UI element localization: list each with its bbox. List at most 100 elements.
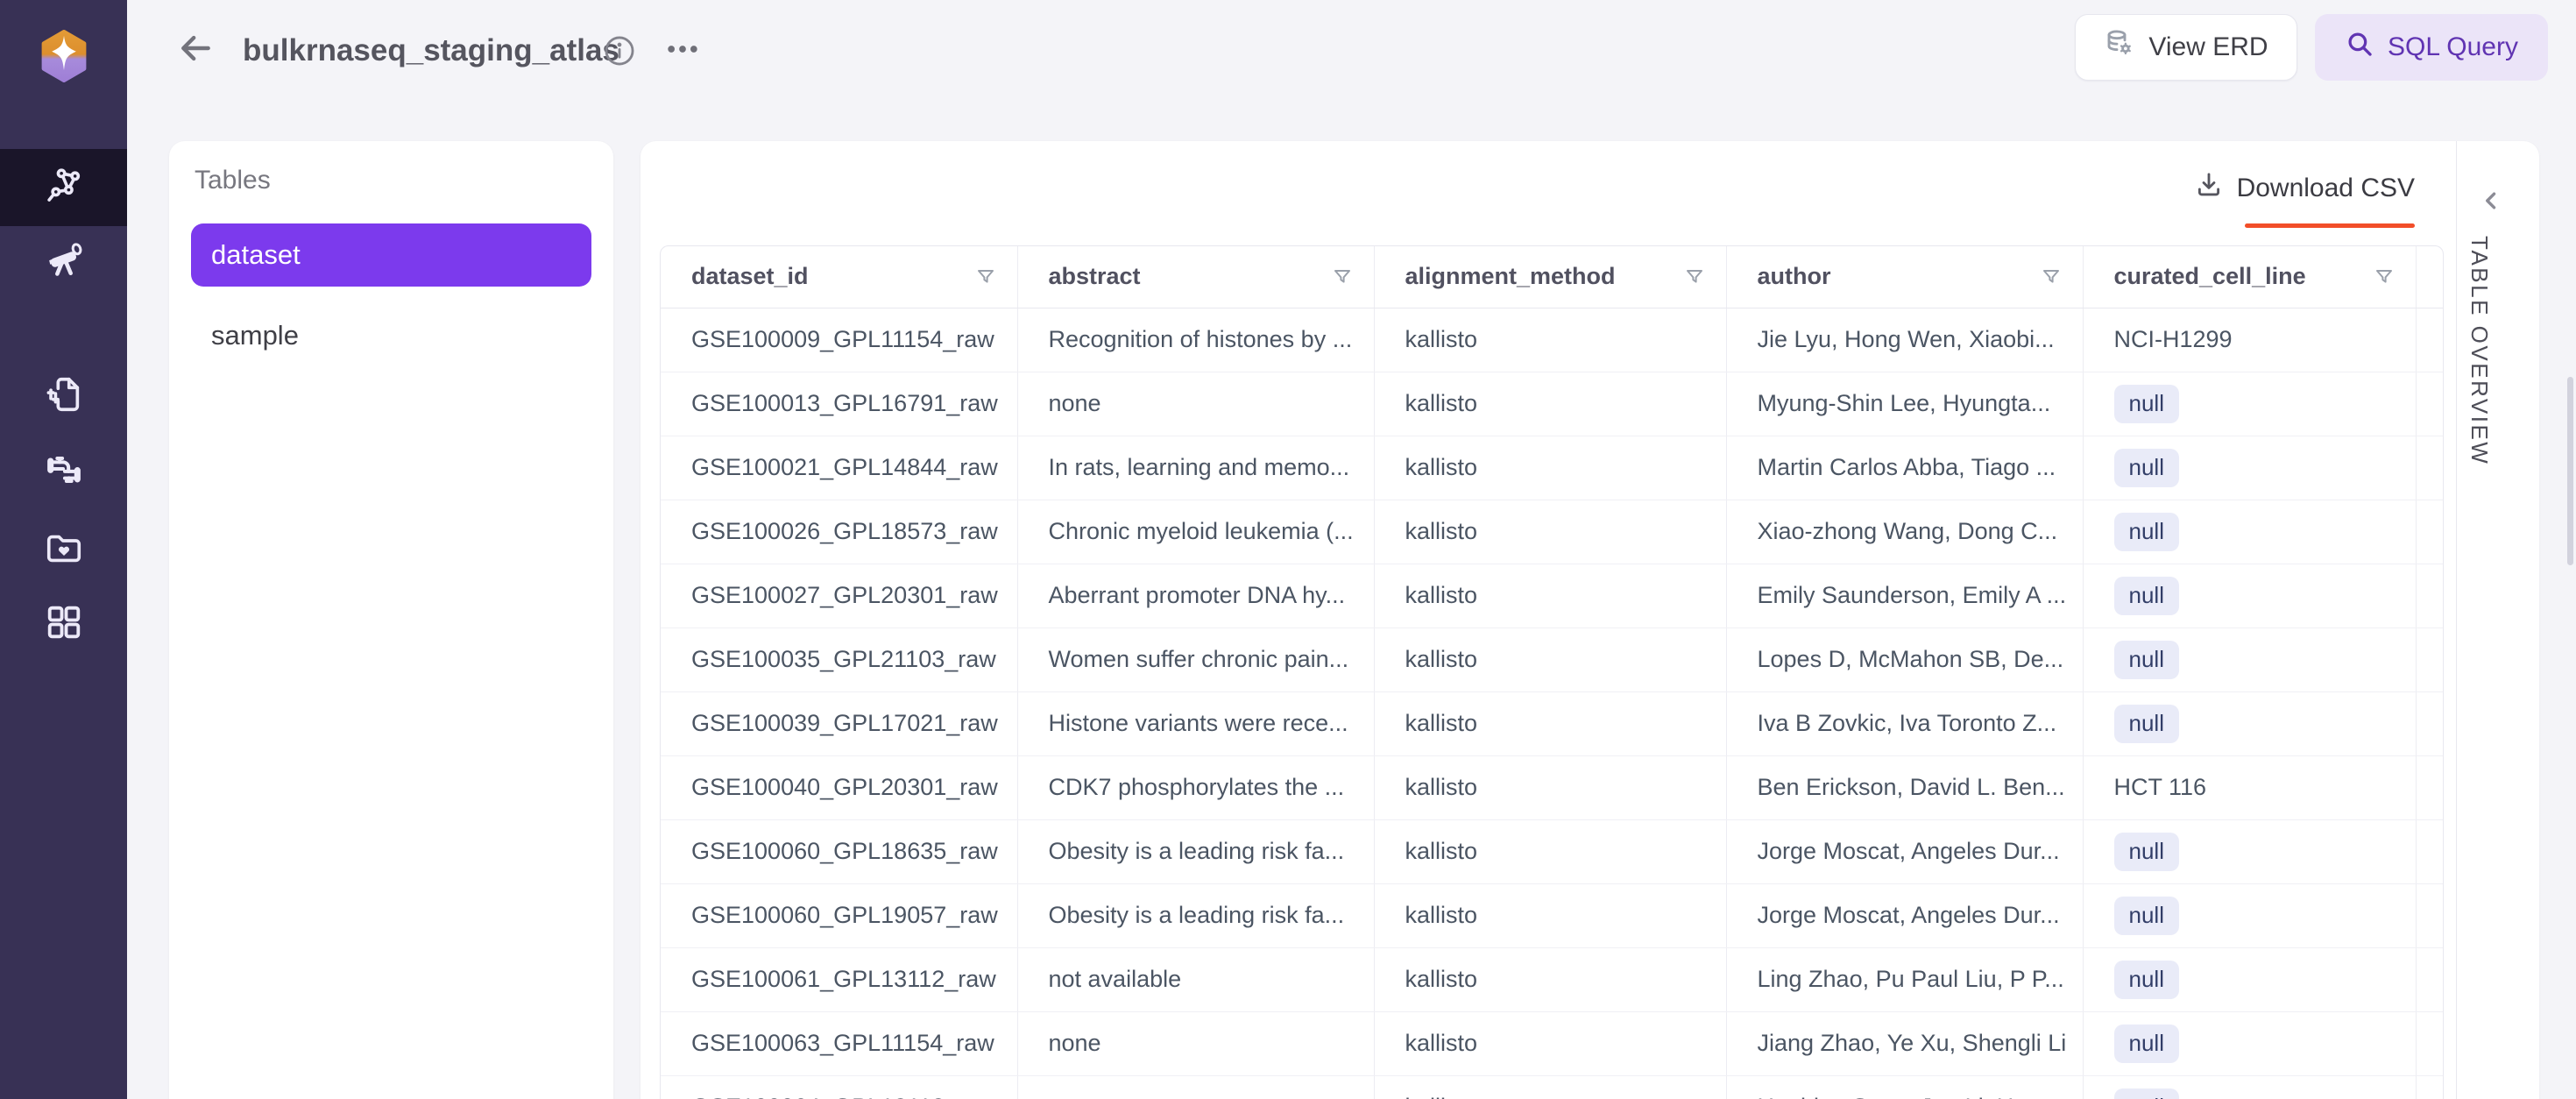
cell-dataset-id[interactable]: GSE100060_GPL19057_raw (661, 883, 1017, 947)
filter-icon[interactable] (975, 266, 996, 287)
cell-author[interactable]: Hanbing Song, Jun Li, Hu... (1726, 1075, 2083, 1099)
cell-dataset-id[interactable]: GSE100026_GPL18573_raw (661, 500, 1017, 564)
sidebar-item-table-dataset[interactable]: dataset (191, 223, 591, 287)
cell-dataset-id[interactable]: GSE100039_GPL17021_raw (661, 691, 1017, 755)
cell-alignment-method[interactable]: kallisto (1374, 947, 1726, 1011)
cell-author[interactable]: Lopes D, McMahon SB, De... (1726, 627, 2083, 691)
cell-author[interactable]: Ben Erickson, David L. Ben... (1726, 755, 2083, 819)
cell-curated-cell-line[interactable]: null (2083, 691, 2416, 755)
cell-author[interactable]: Myung-Shin Lee, Hyungta... (1726, 372, 2083, 436)
cell-curated-cell-line[interactable]: HCT 116 (2083, 755, 2416, 819)
table-row[interactable]: GSE100063_GPL11154_rawnonekallistoJiang … (661, 1011, 2443, 1075)
cell-alignment-method[interactable]: kallisto (1374, 883, 1726, 947)
sidebar-item-files[interactable] (0, 358, 127, 435)
table-row[interactable]: GSE100040_GPL20301_rawCDK7 phosphorylate… (661, 755, 2443, 819)
cell-alignment-method[interactable]: kallisto (1374, 755, 1726, 819)
cell-curated-cell-line[interactable]: null (2083, 1011, 2416, 1075)
table-row[interactable]: GSE100035_GPL21103_rawWomen suffer chron… (661, 627, 2443, 691)
view-erd-button[interactable]: View ERD (2075, 14, 2297, 81)
cell-abstract[interactable]: Chronic myeloid leukemia (... (1017, 500, 1374, 564)
column-header-dataset-id[interactable]: dataset_id (661, 246, 1017, 308)
cell-abstract[interactable]: none (1017, 1011, 1374, 1075)
info-icon[interactable] (603, 34, 636, 67)
cell-dataset-id[interactable]: GSE100061_GPL13112_raw (661, 947, 1017, 1011)
column-header-curated-cell-line[interactable]: curated_cell_line (2083, 246, 2416, 308)
table-row[interactable]: GSE100026_GPL18573_rawChronic myeloid le… (661, 500, 2443, 564)
sidebar-item-table-sample[interactable]: sample (191, 304, 591, 367)
cell-dataset-id[interactable]: GSE100013_GPL16791_raw (661, 372, 1017, 436)
cell-alignment-method[interactable]: kallisto (1374, 500, 1726, 564)
cell-curated-cell-line[interactable]: null (2083, 627, 2416, 691)
table-row[interactable]: GSE100060_GPL19057_rawObesity is a leadi… (661, 883, 2443, 947)
sql-query-button[interactable]: SQL Query (2315, 14, 2548, 81)
cell-curated-cell-line[interactable]: null (2083, 947, 2416, 1011)
cell-abstract[interactable]: Women suffer chronic pain... (1017, 627, 1374, 691)
cell-curated-cell-line[interactable]: null (2083, 819, 2416, 883)
cell-dataset-id[interactable]: GSE100021_GPL14844_raw (661, 436, 1017, 500)
filter-icon[interactable] (1684, 266, 1705, 287)
cell-dataset-id[interactable]: GSE100027_GPL20301_raw (661, 564, 1017, 627)
cell-curated-cell-line[interactable]: NCI-H1299 (2083, 308, 2416, 372)
cell-curated-cell-line[interactable]: null (2083, 436, 2416, 500)
cell-abstract[interactable]: CDK7 phosphorylates the ... (1017, 755, 1374, 819)
cell-alignment-method[interactable]: kallisto (1374, 308, 1726, 372)
cell-alignment-method[interactable]: kallisto (1374, 372, 1726, 436)
download-csv-button[interactable]: Download CSV (2194, 170, 2415, 207)
collapse-panel-button[interactable] (2472, 183, 2510, 222)
cell-author[interactable]: Jiang Zhao, Ye Xu, Shengli Li (1726, 1011, 2083, 1075)
cell-abstract[interactable]: Recognition of histones by ... (1017, 308, 1374, 372)
cell-alignment-method[interactable]: kallisto (1374, 436, 1726, 500)
sidebar-item-lineage[interactable] (0, 149, 127, 226)
cell-dataset-id[interactable]: GSE100060_GPL18635_raw (661, 819, 1017, 883)
cell-abstract[interactable]: Obesity is a leading risk fa... (1017, 883, 1374, 947)
cell-author[interactable]: Emily Saunderson, Emily A ... (1726, 564, 2083, 627)
cell-dataset-id[interactable]: GSE100035_GPL21103_raw (661, 627, 1017, 691)
table-row[interactable]: GSE100060_GPL18635_rawObesity is a leadi… (661, 819, 2443, 883)
cell-dataset-id[interactable]: GSE100040_GPL20301_raw (661, 755, 1017, 819)
column-header-abstract[interactable]: abstract (1017, 246, 1374, 308)
cell-curated-cell-line[interactable]: null (2083, 564, 2416, 627)
cell-alignment-method[interactable]: kallisto (1374, 564, 1726, 627)
cell-author[interactable]: Jorge Moscat, Angeles Dur... (1726, 819, 2083, 883)
table-row[interactable]: GSE100021_GPL14844_rawIn rats, learning … (661, 436, 2443, 500)
cell-author[interactable]: Jorge Moscat, Angeles Dur... (1726, 883, 2083, 947)
cell-author[interactable]: Ling Zhao, Pu Paul Liu, P P... (1726, 947, 2083, 1011)
cell-curated-cell-line[interactable]: null (2083, 1075, 2416, 1099)
back-button[interactable] (173, 28, 217, 72)
cell-alignment-method[interactable]: kallisto (1374, 1075, 1726, 1099)
cell-author[interactable]: Iva B Zovkic, Iva Toronto Z... (1726, 691, 2083, 755)
cell-alignment-method[interactable]: kallisto (1374, 627, 1726, 691)
cell-author[interactable]: Jie Lyu, Hong Wen, Xiaobi... (1726, 308, 2083, 372)
table-row[interactable]: GSE100013_GPL16791_rawnonekallistoMyung-… (661, 372, 2443, 436)
cell-alignment-method[interactable]: kallisto (1374, 691, 1726, 755)
sidebar-item-explore[interactable] (0, 223, 127, 300)
cell-abstract[interactable]: Histone variants were rece... (1017, 691, 1374, 755)
cell-abstract[interactable]: Aberrant promoter DNA hy... (1017, 564, 1374, 627)
cell-abstract[interactable]: none (1017, 372, 1374, 436)
table-row[interactable]: GSE100009_GPL11154_rawRecognition of his… (661, 308, 2443, 372)
cell-alignment-method[interactable]: kallisto (1374, 819, 1726, 883)
table-row[interactable]: GSE100061_GPL13112_rawnot availablekalli… (661, 947, 2443, 1011)
column-header-author[interactable]: author (1726, 246, 2083, 308)
cell-abstract[interactable]: not available (1017, 947, 1374, 1011)
table-row[interactable]: GSE100064_GPL13112_raw kallistoHanbing So… (661, 1075, 2443, 1099)
app-logo[interactable] (39, 30, 88, 82)
filter-icon[interactable] (2041, 266, 2062, 287)
sidebar-item-collections[interactable] (0, 512, 127, 589)
cell-curated-cell-line[interactable]: null (2083, 372, 2416, 436)
cell-author[interactable]: Martin Carlos Abba, Tiago ... (1726, 436, 2083, 500)
table-row[interactable]: GSE100039_GPL17021_rawHistone variants w… (661, 691, 2443, 755)
cell-author[interactable]: Xiao-zhong Wang, Dong C... (1726, 500, 2083, 564)
cell-abstract[interactable]: Obesity is a leading risk fa... (1017, 819, 1374, 883)
cell-alignment-method[interactable]: kallisto (1374, 1011, 1726, 1075)
cell-curated-cell-line[interactable]: null (2083, 883, 2416, 947)
more-options-button[interactable] (662, 35, 703, 67)
cell-dataset-id[interactable]: GSE100064_GPL13112_raw (661, 1075, 1017, 1099)
cell-abstract[interactable] (1017, 1075, 1374, 1099)
table-overview-tab[interactable]: TABLE OVERVIEW (2466, 236, 2493, 465)
cell-abstract[interactable]: In rats, learning and memo... (1017, 436, 1374, 500)
filter-icon[interactable] (1332, 266, 1353, 287)
cell-curated-cell-line[interactable]: null (2083, 500, 2416, 564)
cell-dataset-id[interactable]: GSE100009_GPL11154_raw (661, 308, 1017, 372)
scrollbar-thumb[interactable] (2567, 377, 2573, 565)
